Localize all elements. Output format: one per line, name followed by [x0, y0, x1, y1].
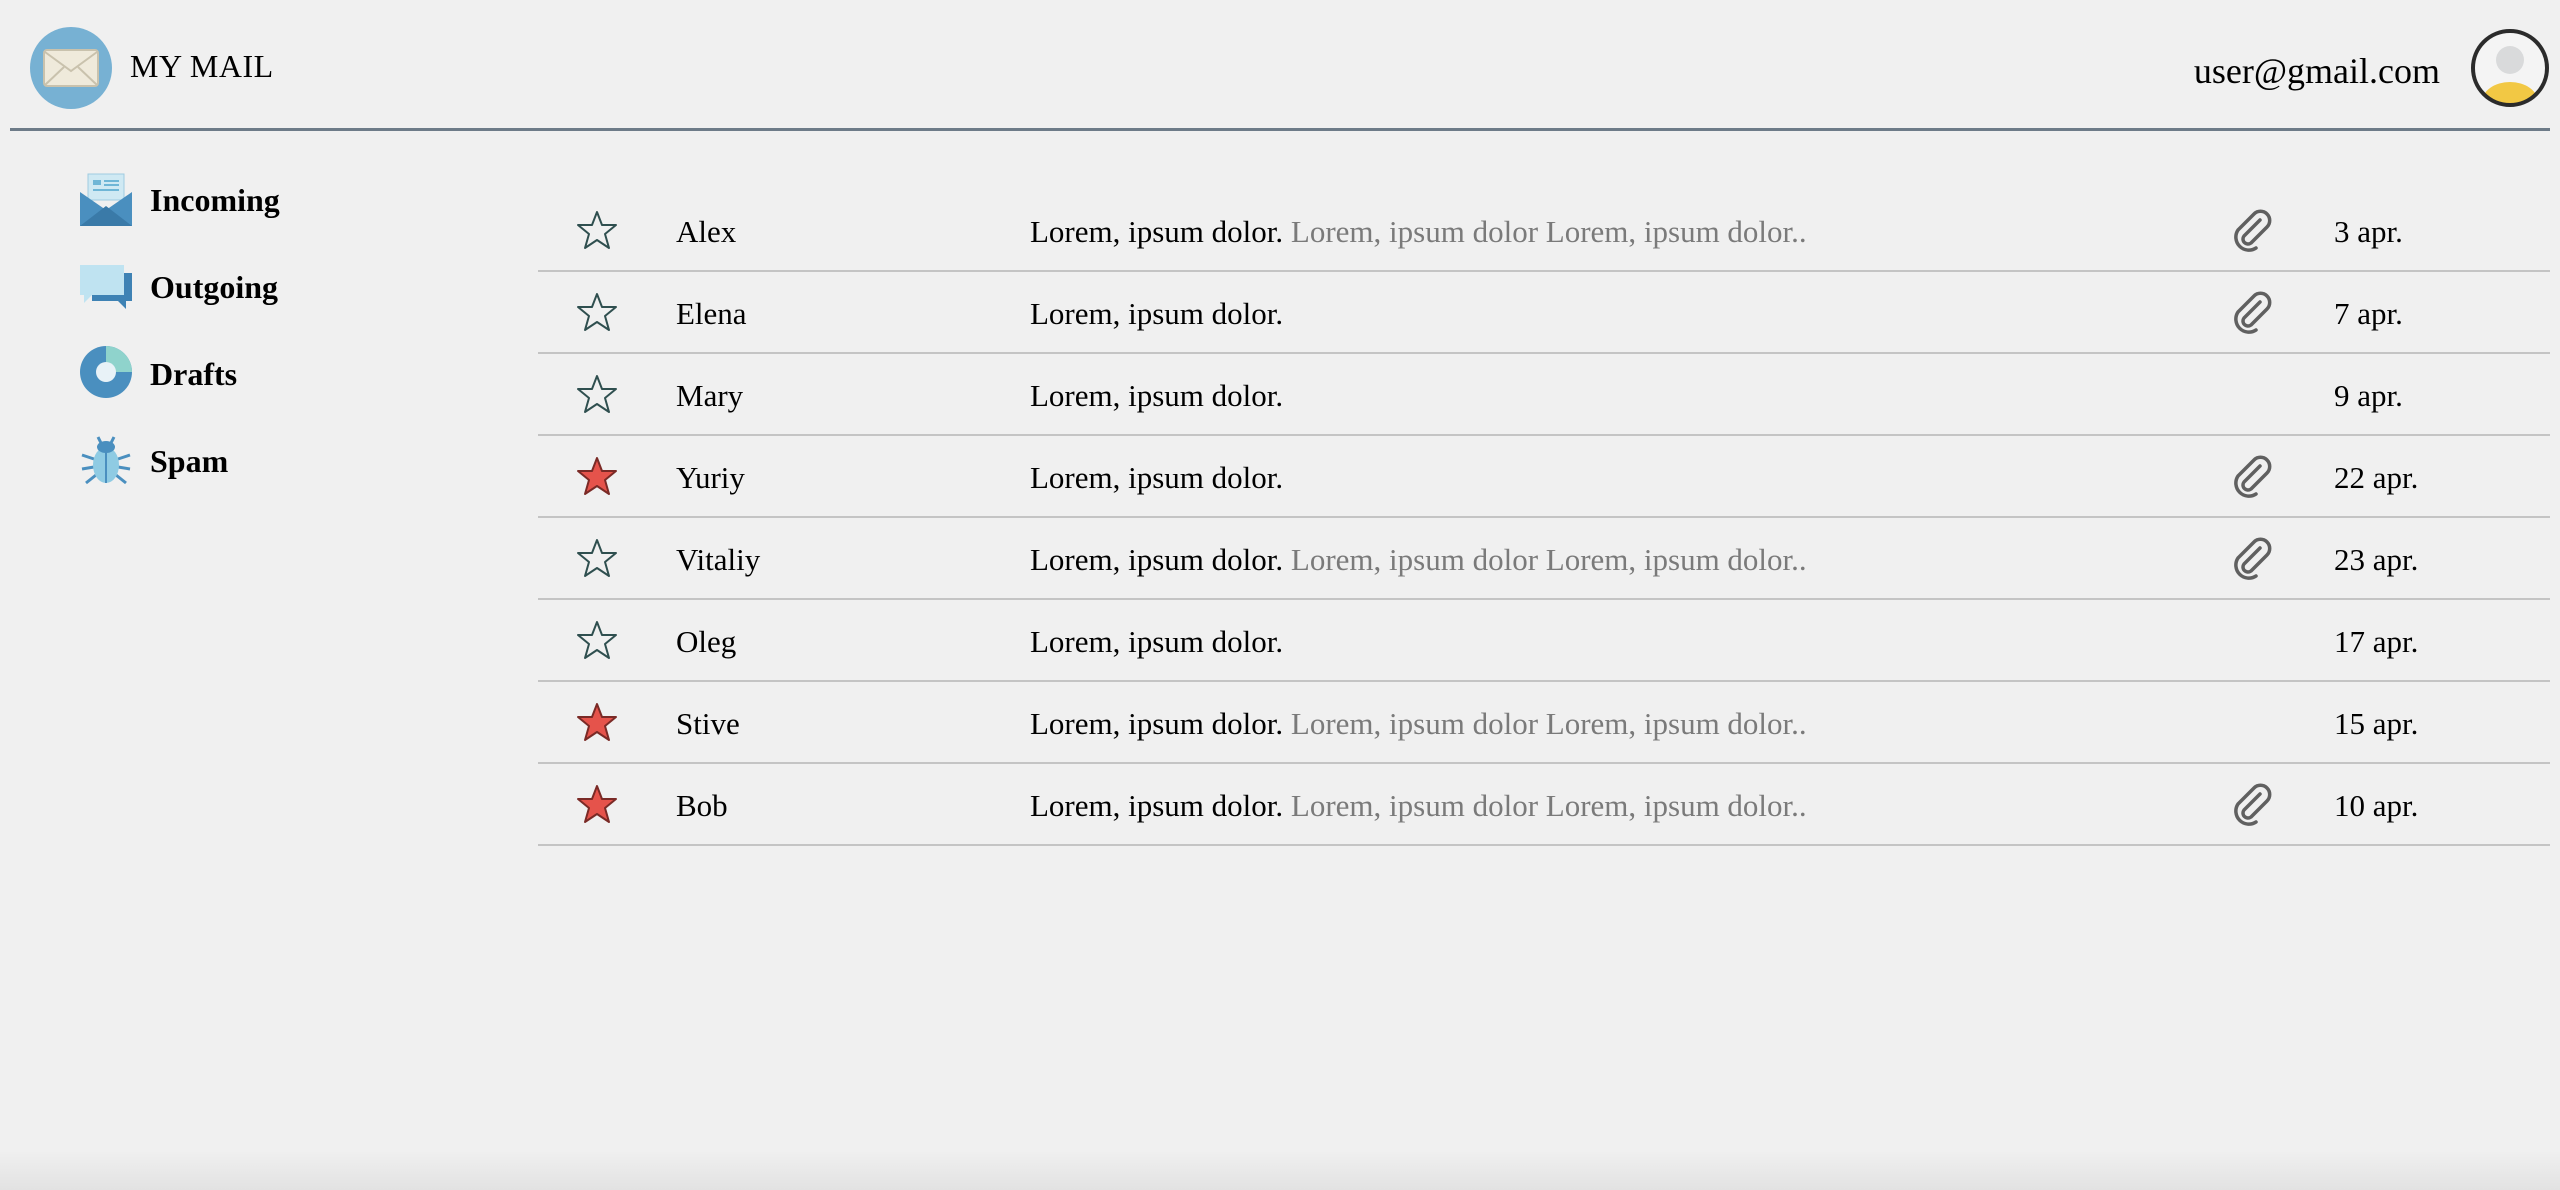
sidebar-item-label: Outgoing [150, 269, 279, 305]
mail-row[interactable]: Elena Lorem, ipsum dolor. 7 apr. [538, 272, 2550, 354]
mail-sender: Stive [676, 706, 740, 741]
mail-subject: Lorem, ipsum dolor. [1030, 460, 1283, 496]
mail-date: 23 apr. [2334, 542, 2419, 577]
spam-bug-icon [78, 431, 134, 487]
mail-sender: Alex [676, 214, 737, 249]
mail-preview: Lorem, ipsum dolor Lorem, ipsum dolor.. [1283, 214, 1807, 249]
paperclip-icon [2230, 208, 2274, 252]
mail-subject-text: Lorem, ipsum dolor. [1030, 788, 1284, 823]
app-header: MY MAIL user@gmail.com [10, 0, 2550, 131]
mail-date: 7 apr. [2334, 296, 2403, 331]
paperclip-icon [2230, 536, 2274, 580]
sidebar-item-label: Drafts [150, 356, 238, 392]
sidebar-item-label: Incoming [150, 182, 280, 218]
mail-preview: Lorem, ipsum dolor Lorem, ipsum dolor.. [1283, 542, 1807, 577]
mail-subject-text: Lorem, ipsum dolor. [1030, 542, 1284, 577]
mail-subject-text: Lorem, ipsum dolor. [1030, 460, 1284, 495]
user-email: user@gmail.com [2193, 51, 2440, 91]
mail-row[interactable]: Oleg Lorem, ipsum dolor. 17 apr. [538, 600, 2550, 682]
mail-list: Alex Lorem, ipsum dolor. Lorem, ipsum dol… [538, 190, 2550, 846]
mail-preview: Lorem, ipsum dolor Lorem, ipsum dolor.. [1283, 788, 1807, 823]
star-outline-icon[interactable] [576, 620, 618, 660]
mail-date: 9 apr. [2334, 378, 2403, 413]
outgoing-icon [78, 257, 134, 313]
sidebar-item-spam[interactable]: Spam [78, 431, 378, 491]
mail-subject-text: Lorem, ipsum dolor. [1030, 214, 1284, 249]
mail-row[interactable]: Vitaliy Lorem, ipsum dolor. Lorem, ipsum … [538, 518, 2550, 600]
star-outline-icon[interactable] [576, 538, 618, 578]
mail-row[interactable]: Yuriy Lorem, ipsum dolor. 22 apr. [538, 436, 2550, 518]
star-filled-icon[interactable] [576, 456, 618, 496]
mail-sender: Bob [676, 788, 728, 823]
star-filled-icon[interactable] [576, 784, 618, 824]
mail-row[interactable]: Alex Lorem, ipsum dolor. Lorem, ipsum dol… [538, 190, 2550, 272]
star-outline-icon[interactable] [576, 292, 618, 332]
mail-subject-text: Lorem, ipsum dolor. [1030, 296, 1284, 331]
mail-subject: Lorem, ipsum dolor. [1030, 624, 1283, 660]
mail-date: 17 apr. [2334, 624, 2419, 659]
mail-subject: Lorem, ipsum dolor. Lorem, ipsum dolor L… [1030, 542, 1807, 578]
paperclip-icon [2230, 290, 2274, 334]
envelope-icon[interactable] [30, 27, 112, 109]
star-filled-icon[interactable] [576, 702, 618, 742]
mail-row[interactable]: Bob Lorem, ipsum dolor. Lorem, ipsum dolo… [538, 764, 2550, 846]
paperclip-icon [2230, 782, 2274, 826]
mail-sender: Vitaliy [676, 542, 761, 577]
mail-date: 15 apr. [2334, 706, 2419, 741]
mail-date: 3 apr. [2334, 214, 2403, 249]
mail-preview: Lorem, ipsum dolor Lorem, ipsum dolor.. [1283, 706, 1807, 741]
app-title: MY MAIL [130, 48, 274, 84]
star-outline-icon[interactable] [576, 210, 618, 250]
mail-subject-text: Lorem, ipsum dolor. [1030, 624, 1284, 659]
mail-subject-text: Lorem, ipsum dolor. [1030, 378, 1284, 413]
mail-date: 22 apr. [2334, 460, 2419, 495]
mail-subject-text: Lorem, ipsum dolor. [1030, 706, 1284, 741]
user-avatar-icon[interactable] [2470, 28, 2550, 108]
star-outline-icon[interactable] [576, 374, 618, 414]
mail-subject: Lorem, ipsum dolor. [1030, 296, 1283, 332]
mail-sender: Oleg [676, 624, 737, 659]
mail-sender: Mary [676, 378, 744, 413]
bottom-shadow [0, 1150, 2560, 1190]
mail-row[interactable]: Stive Lorem, ipsum dolor. Lorem, ipsum do… [538, 682, 2550, 764]
paperclip-icon [2230, 454, 2274, 498]
mail-date: 10 apr. [2334, 788, 2419, 823]
mail-subject: Lorem, ipsum dolor. [1030, 378, 1283, 414]
mail-subject: Lorem, ipsum dolor. Lorem, ipsum dolor L… [1030, 788, 1807, 824]
mail-subject: Lorem, ipsum dolor. Lorem, ipsum dolor L… [1030, 214, 1807, 250]
mail-sender: Elena [676, 296, 747, 331]
inbox-icon [78, 170, 134, 226]
mail-sender: Yuriy [676, 460, 745, 495]
sidebar-item-incoming[interactable]: Incoming [78, 170, 378, 230]
mail-subject: Lorem, ipsum dolor. Lorem, ipsum dolor L… [1030, 706, 1807, 742]
sidebar-item-drafts[interactable]: Drafts [78, 344, 378, 404]
mail-row[interactable]: Mary Lorem, ipsum dolor. 9 apr. [538, 354, 2550, 436]
sidebar-item-outgoing[interactable]: Outgoing [78, 257, 378, 317]
sidebar-item-label: Spam [150, 443, 229, 479]
drafts-icon [78, 344, 134, 400]
